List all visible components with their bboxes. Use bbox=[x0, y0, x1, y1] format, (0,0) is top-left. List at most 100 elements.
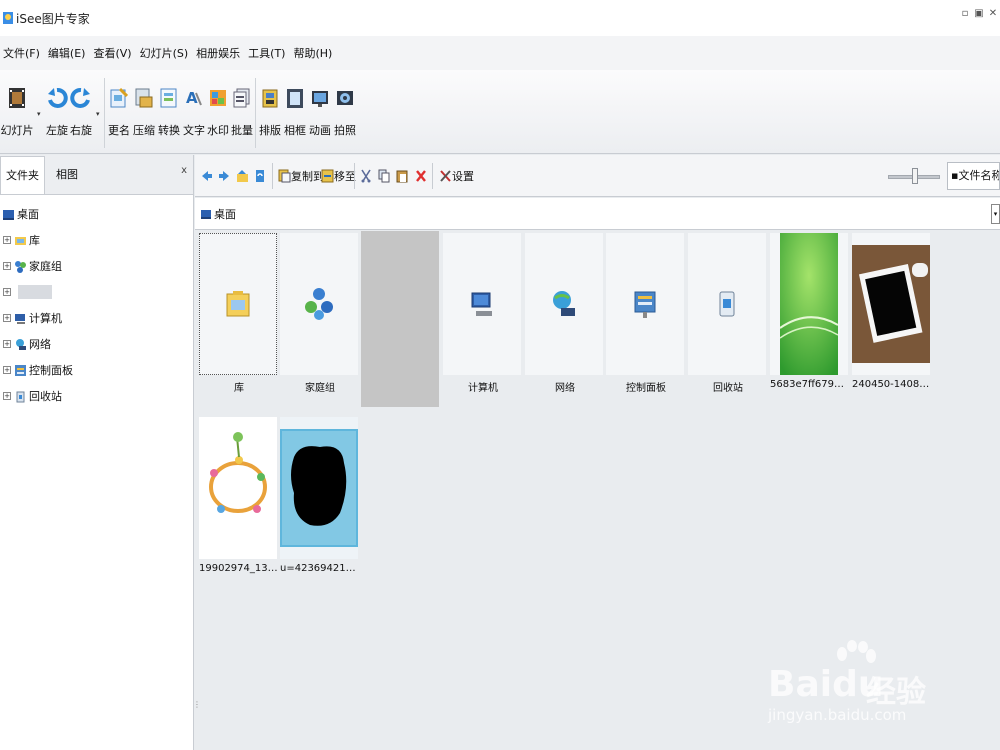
menu-bar: 文件(F) 编辑(E) 查看(V) 幻灯片(S) 相册娱乐 工具(T) 帮助(H… bbox=[0, 36, 1000, 70]
capture-button[interactable]: 拍照 bbox=[331, 84, 359, 146]
close-pane-icon[interactable]: x bbox=[181, 165, 187, 176]
rotate-dropdown-icon[interactable]: ▾ bbox=[96, 110, 100, 118]
address-dropdown-icon[interactable]: ▾ bbox=[991, 204, 1000, 224]
toolbar-separator bbox=[272, 163, 273, 189]
slideshow-dropdown-icon[interactable]: ▾ bbox=[37, 110, 41, 118]
window-title: iSee图片专家 bbox=[16, 11, 90, 26]
delete-button[interactable] bbox=[415, 166, 427, 186]
tree-item-control-panel[interactable]: + 控制面板 bbox=[0, 357, 193, 383]
slideshow-label: 幻灯片 bbox=[0, 124, 34, 137]
expand-icon[interactable]: + bbox=[3, 392, 11, 400]
film-icon bbox=[9, 88, 25, 108]
expand-icon[interactable]: + bbox=[3, 288, 11, 296]
menu-tools[interactable]: 工具(T) bbox=[245, 45, 288, 61]
sort-dropdown[interactable]: ▪文件名称▾ bbox=[947, 162, 1000, 190]
settings-button[interactable]: 设置 bbox=[439, 166, 474, 186]
tree-item-homegroup[interactable]: + 家庭组 bbox=[0, 253, 193, 279]
recycle-bin-icon bbox=[719, 291, 735, 317]
convert-button[interactable]: 转换 bbox=[155, 84, 183, 146]
folder-pane: 文件夹 相图 x 桌面 + 库 + 家庭组 + + 计算机 + 网络 + 控制面… bbox=[0, 155, 194, 750]
slideshow-button[interactable]: 幻灯片 bbox=[0, 84, 34, 146]
tab-albums[interactable]: 相图 bbox=[51, 156, 83, 194]
library-folder-icon bbox=[15, 236, 26, 245]
close-button[interactable]: ✕ bbox=[988, 8, 998, 20]
compress-label: 压缩 bbox=[133, 124, 155, 137]
tree-item-desktop[interactable]: 桌面 bbox=[0, 201, 193, 227]
sort-label: 文件名称 bbox=[958, 169, 1000, 182]
rotate-right-button[interactable]: 右旋 bbox=[67, 84, 95, 146]
expand-icon[interactable]: + bbox=[3, 314, 11, 322]
expand-icon[interactable]: + bbox=[3, 366, 11, 374]
rename-icon bbox=[110, 87, 128, 108]
paste-button[interactable] bbox=[396, 166, 408, 186]
thumbnail-green-image[interactable]: 5683e7ff67957_1024... bbox=[770, 233, 850, 390]
zoom-slider[interactable] bbox=[888, 168, 940, 184]
expand-icon[interactable]: + bbox=[3, 262, 11, 270]
tree-item-network[interactable]: + 网络 bbox=[0, 331, 193, 357]
copy-button[interactable] bbox=[378, 166, 390, 186]
rename-button[interactable]: 更名 bbox=[105, 84, 133, 146]
thumbnail-floral-image[interactable]: 19902974_1359582... bbox=[199, 417, 279, 574]
thumbnail-library[interactable]: 库 bbox=[199, 233, 279, 394]
menu-help[interactable]: 帮助(H) bbox=[290, 45, 335, 61]
layout-label: 排版 bbox=[259, 124, 281, 137]
tree-label: 桌面 bbox=[17, 208, 39, 221]
cut-button[interactable] bbox=[360, 166, 372, 186]
tree-label: 控制面板 bbox=[29, 364, 73, 377]
forward-button[interactable] bbox=[218, 166, 230, 186]
menu-file[interactable]: 文件(F) bbox=[0, 45, 43, 61]
tree-item-library[interactable]: + 库 bbox=[0, 227, 193, 253]
up-folder-button[interactable] bbox=[236, 166, 249, 186]
restore-button[interactable]: ▣ bbox=[974, 8, 984, 20]
watermark-icon bbox=[210, 90, 226, 106]
expand-icon[interactable]: + bbox=[3, 236, 11, 244]
tree-item-computer[interactable]: + 计算机 bbox=[0, 305, 193, 331]
thumbnail-tablet-image[interactable]: 240450-14082P45790... bbox=[852, 233, 932, 390]
text-tool-icon: A bbox=[186, 89, 202, 107]
refresh-button[interactable] bbox=[254, 166, 266, 186]
copy-to-button[interactable]: 复制到 bbox=[278, 166, 324, 186]
rotate-right-label: 右旋 bbox=[70, 124, 92, 137]
folder-pane-tabs: 文件夹 相图 x bbox=[0, 155, 193, 195]
toolbar-separator bbox=[432, 163, 433, 189]
thumbnail-blue-frame-image[interactable]: u=4236942158,23076... bbox=[280, 417, 360, 574]
tree-item-recycle-bin[interactable]: + 回收站 bbox=[0, 383, 193, 409]
homegroup-icon bbox=[305, 288, 333, 320]
thumbnail-computer[interactable]: 计算机 bbox=[443, 233, 523, 394]
thumbnail-homegroup[interactable]: 家庭组 bbox=[280, 233, 360, 394]
layout-icon bbox=[262, 89, 278, 108]
back-arrow-icon bbox=[202, 171, 212, 181]
paste-icon bbox=[396, 170, 408, 183]
layout-button[interactable]: 排版 bbox=[256, 84, 284, 146]
thumbnail-control-panel[interactable]: 控制面板 bbox=[606, 233, 686, 394]
thumbnail-recycle-bin[interactable]: 回收站 bbox=[688, 233, 768, 394]
settings-label: 设置 bbox=[452, 170, 474, 183]
expand-icon[interactable]: + bbox=[3, 340, 11, 348]
menu-view[interactable]: 查看(V) bbox=[90, 45, 134, 61]
thumbnail-hidden[interactable] bbox=[361, 231, 441, 407]
menu-album[interactable]: 相册娱乐 bbox=[193, 45, 243, 61]
frame-button[interactable]: 相框 bbox=[281, 84, 309, 146]
app-logo-icon bbox=[3, 12, 13, 24]
compress-button[interactable]: 压缩 bbox=[130, 84, 158, 146]
move-to-button[interactable]: 移至 bbox=[321, 166, 356, 186]
address-bar[interactable]: 桌面 ▾ bbox=[195, 198, 1000, 230]
thumbnail-network[interactable]: 网络 bbox=[525, 233, 605, 394]
browser-toolbar: 复制到 移至 设置 ▪文件名称▾ bbox=[195, 155, 1000, 197]
menu-edit[interactable]: 编辑(E) bbox=[45, 45, 89, 61]
tab-folders[interactable]: 文件夹 bbox=[0, 156, 45, 194]
thumbnail-caption: u=4236942158,23076... bbox=[280, 563, 360, 574]
menu-slideshow[interactable]: 幻灯片(S) bbox=[137, 45, 192, 61]
tree-item-hidden[interactable]: + bbox=[0, 279, 193, 305]
minimize-button[interactable]: ▫ bbox=[960, 8, 970, 20]
animation-button[interactable]: 动画 bbox=[306, 84, 334, 146]
zoom-slider-thumb[interactable] bbox=[912, 168, 918, 184]
batch-button[interactable]: 批量 bbox=[228, 84, 256, 146]
capture-label: 拍照 bbox=[334, 124, 356, 137]
tree-label: 库 bbox=[29, 234, 40, 247]
back-button[interactable] bbox=[201, 166, 213, 186]
toolbar-separator bbox=[354, 163, 355, 189]
rotate-right-icon bbox=[70, 87, 90, 108]
thumbnail-caption: 19902974_1359582... bbox=[199, 563, 279, 574]
pane-splitter-handle[interactable]: ⋮ bbox=[193, 700, 201, 709]
